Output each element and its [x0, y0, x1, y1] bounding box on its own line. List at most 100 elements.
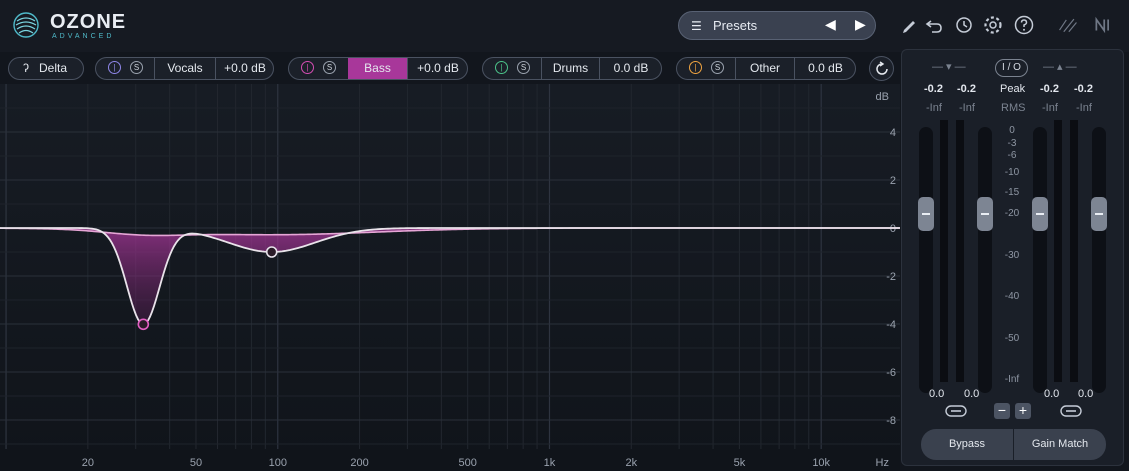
output-rms-left: -Inf: [1042, 102, 1058, 114]
vocals-label: Vocals: [167, 61, 203, 75]
next-preset-button[interactable]: ▶: [855, 16, 866, 33]
input-rms-right: -Inf: [959, 102, 975, 114]
frequency-tick-label: 200: [350, 457, 368, 469]
output-link-icon[interactable]: [1060, 405, 1082, 417]
bass-bypass-icon[interactable]: |: [301, 61, 314, 74]
output-peak-left: -0.2: [1040, 83, 1059, 95]
vocals-solo-button[interactable]: S: [130, 61, 143, 74]
frequency-tick-label: 50: [190, 457, 202, 469]
meter-scale-label: -6: [1007, 149, 1017, 161]
meter-scale-label: -40: [1004, 291, 1020, 302]
source-drums[interactable]: | S Drums 0.0 dB: [482, 57, 662, 80]
meter-scale-label: 0: [1009, 125, 1015, 136]
eq-node-2[interactable]: [265, 246, 278, 258]
frequency-tick-label: 2k: [625, 457, 637, 469]
delta-label: Delta: [39, 61, 68, 75]
output-left-level-bar: [1054, 120, 1062, 382]
frequency-tick-label: 20: [82, 457, 94, 469]
meter-scale-label: -10: [1004, 166, 1020, 178]
input-left-fader-handle[interactable]: [918, 197, 934, 231]
help-icon[interactable]: [1013, 14, 1035, 36]
db-tick-label: -6: [886, 367, 896, 379]
db-tick-label: -2: [886, 271, 896, 283]
output-meter-collapse-icon[interactable]: — ▴ —: [1043, 60, 1077, 73]
drums-gain[interactable]: 0.0 dB: [600, 58, 662, 79]
bass-gain[interactable]: +0.0 dB: [408, 58, 468, 79]
history-icon[interactable]: [952, 14, 974, 36]
ear-icon: ʔ: [23, 61, 29, 75]
signal-chain-icon[interactable]: [1057, 14, 1083, 36]
output-gain-left[interactable]: 0.0: [1044, 388, 1059, 400]
ozone-logo-icon: [13, 12, 39, 38]
output-right-level-bar: [1070, 120, 1078, 382]
output-left-fader-handle[interactable]: [1032, 197, 1048, 231]
frequency-tick-label: 1k: [544, 457, 556, 469]
meter-scale-label: -3: [1007, 137, 1017, 149]
peak-label: Peak: [1000, 83, 1026, 95]
eq-node-1[interactable]: [137, 318, 150, 331]
input-gain-right[interactable]: 0.0: [964, 388, 979, 400]
frequency-tick-label: 100: [269, 457, 287, 469]
frequency-tick-label: 500: [459, 457, 477, 469]
increase-button[interactable]: +: [1015, 403, 1031, 419]
input-left-level-bar: [940, 120, 948, 382]
pencil-icon[interactable]: [898, 14, 920, 36]
input-right-fader-track[interactable]: [978, 127, 992, 393]
db-tick-label: 0: [890, 223, 896, 235]
input-gain-left[interactable]: 0.0: [929, 388, 944, 400]
other-gain[interactable]: 0.0 dB: [795, 58, 856, 79]
input-rms-left: -Inf: [926, 102, 942, 114]
drums-solo-button[interactable]: S: [517, 61, 530, 74]
meter-scale-label: -Inf: [1004, 374, 1020, 385]
input-right-level-bar: [956, 120, 964, 382]
meter-scale-label: -15: [1004, 187, 1020, 199]
db-tick-label: 4: [890, 127, 896, 139]
output-rms-right: -Inf: [1076, 102, 1092, 114]
source-vocals[interactable]: | S Vocals +0.0 dB: [95, 57, 274, 80]
bass-solo-button[interactable]: S: [323, 61, 336, 74]
output-right-fader-handle[interactable]: [1091, 197, 1107, 231]
input-right-fader-handle[interactable]: [977, 197, 993, 231]
source-other[interactable]: | S Other 0.0 dB: [676, 57, 856, 80]
drums-bypass-icon[interactable]: |: [495, 61, 508, 74]
gear-icon[interactable]: [982, 14, 1004, 36]
other-solo-button[interactable]: S: [711, 61, 724, 74]
presets-label: Presets: [713, 18, 758, 33]
other-bypass-icon[interactable]: |: [689, 61, 702, 74]
previous-preset-button[interactable]: ◀: [825, 16, 836, 33]
output-gain-right[interactable]: 0.0: [1078, 388, 1093, 400]
undo-icon[interactable]: [923, 14, 945, 36]
vocals-bypass-icon[interactable]: |: [108, 61, 121, 74]
app-edition: ADVANCED: [52, 33, 115, 40]
io-toggle-button[interactable]: I / O: [995, 59, 1028, 77]
source-bass[interactable]: | S Bass +0.0 dB: [288, 57, 468, 80]
input-left-fader-track[interactable]: [919, 127, 933, 393]
input-peak-right: -0.2: [957, 83, 976, 95]
presets-selector[interactable]: ☰ Presets ◀ ▶: [678, 11, 876, 40]
db-tick-label: -4: [886, 319, 896, 331]
ozone-logo: OZONE ADVANCED: [12, 9, 132, 43]
bypass-button[interactable]: Bypass: [921, 429, 1013, 460]
reset-button[interactable]: [869, 56, 894, 81]
delta-button[interactable]: ʔ Delta: [8, 57, 84, 80]
bass-label: Bass: [348, 58, 407, 79]
gain-match-button[interactable]: Gain Match: [1014, 429, 1106, 460]
eq-display[interactable]: dB 420-2-4-6-8 20 50 100 200 500 1k 2k 5k 10k Hz: [0, 84, 900, 471]
input-link-icon[interactable]: [945, 405, 967, 417]
meter-scale-label: -50: [1004, 332, 1020, 344]
vocals-gain[interactable]: +0.0 dB: [216, 58, 274, 79]
meter-scale-label: -30: [1004, 249, 1020, 261]
output-peak-right: -0.2: [1074, 83, 1093, 95]
decrease-button[interactable]: −: [994, 403, 1010, 419]
output-right-fader-track[interactable]: [1092, 127, 1106, 393]
output-left-fader-track[interactable]: [1033, 127, 1047, 393]
rms-label: RMS: [1001, 102, 1026, 114]
ni-logo-icon[interactable]: [1094, 14, 1122, 36]
app-name: OZONE: [50, 11, 127, 33]
drums-label: Drums: [552, 61, 589, 75]
db-tick-label: 2: [890, 175, 896, 187]
top-bar: OZONE ADVANCED ☰ Presets ◀ ▶: [0, 0, 1129, 52]
input-meter-collapse-icon[interactable]: — ▾ —: [932, 60, 966, 73]
input-peak-left: -0.2: [924, 83, 943, 95]
other-label: Other: [749, 61, 780, 75]
